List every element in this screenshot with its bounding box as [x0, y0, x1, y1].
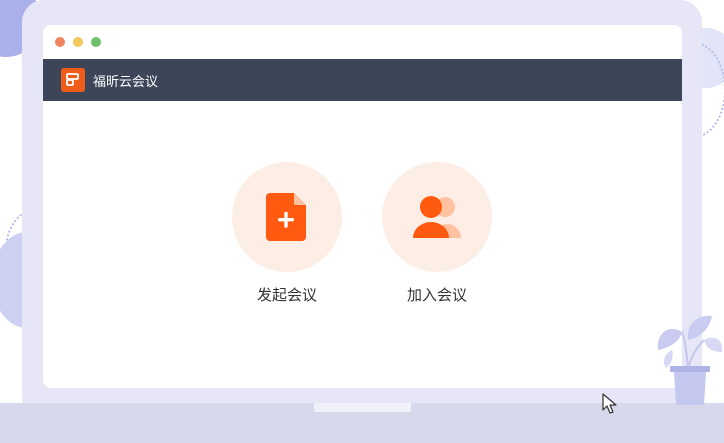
- laptop-notch: [314, 403, 411, 412]
- mouse-cursor-icon: [602, 393, 617, 414]
- join-meeting-icon-circle[interactable]: [382, 162, 492, 272]
- new-document-plus-icon: [266, 193, 306, 241]
- close-window-button[interactable]: [55, 37, 65, 47]
- app-title: 福昕云会议: [93, 74, 159, 90]
- plant-illustration: [657, 315, 723, 405]
- join-meeting-label[interactable]: 加入会议: [382, 284, 492, 305]
- foxit-logo-icon: [61, 68, 85, 92]
- join-meeting-button[interactable]: 加入会议: [382, 162, 492, 305]
- start-meeting-icon-circle[interactable]: [232, 162, 342, 272]
- app-titlebar: 福昕云会议: [43, 59, 682, 101]
- window-controls: [55, 37, 101, 47]
- minimize-window-button[interactable]: [73, 37, 83, 47]
- start-meeting-label[interactable]: 发起会议: [232, 284, 342, 305]
- participants-icon: [413, 196, 461, 238]
- start-meeting-button[interactable]: 发起会议: [232, 162, 342, 305]
- app-window: 福昕云会议 发起会议 加入会议: [43, 25, 682, 388]
- maximize-window-button[interactable]: [91, 37, 101, 47]
